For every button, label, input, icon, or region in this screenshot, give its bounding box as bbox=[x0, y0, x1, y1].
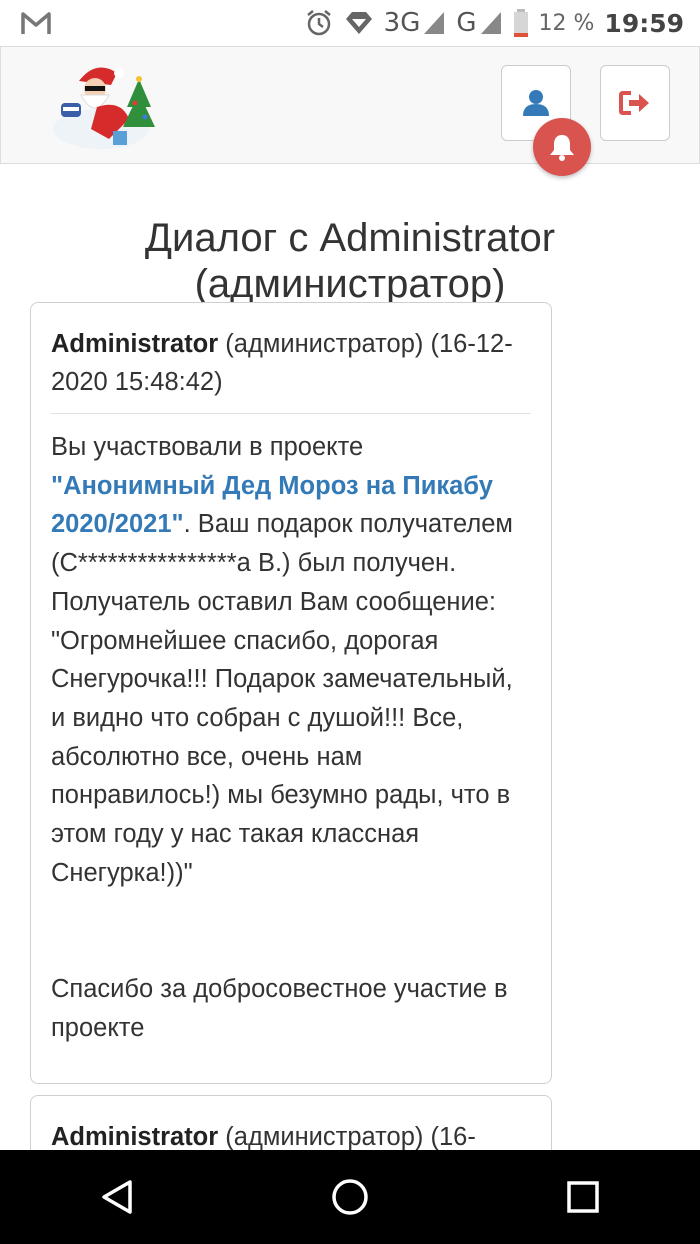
spacer-1 bbox=[51, 892, 531, 931]
message-card: Administrator (администратор) (16-12-202… bbox=[30, 302, 552, 1084]
message-meta-2: (администратор) (16- bbox=[218, 1123, 476, 1151]
recents-icon bbox=[567, 1181, 600, 1213]
page-title: Диалог с Administrator (администратор) bbox=[144, 215, 556, 306]
message-body: Вы участвовали в проекте "Анонимный Дед … bbox=[31, 414, 551, 1047]
system-nav-bar bbox=[0, 1150, 700, 1244]
alarm-icon bbox=[306, 10, 331, 36]
home-button[interactable] bbox=[320, 1167, 380, 1227]
bell-icon bbox=[550, 135, 574, 161]
network-g-label: G bbox=[456, 8, 477, 38]
message-closing: Спасибо за добросовестное участие в прое… bbox=[51, 974, 508, 1042]
message-intro: Вы участвовали в проекте bbox=[51, 433, 364, 461]
santa-logo-icon[interactable] bbox=[51, 59, 161, 151]
message-paragraph-1: Вы участвовали в проекте "Анонимный Дед … bbox=[51, 428, 531, 583]
message-header-2: Administrator (администратор) (16- bbox=[31, 1096, 551, 1156]
logout-button[interactable] bbox=[600, 65, 670, 141]
home-icon bbox=[332, 1179, 368, 1215]
back-icon bbox=[101, 1180, 132, 1214]
battery-icon bbox=[513, 9, 528, 37]
status-bar: 3G G 12 % 19:59 bbox=[0, 0, 700, 46]
recents-button[interactable] bbox=[553, 1167, 613, 1227]
spacer-2 bbox=[51, 931, 531, 970]
sender-name: Administrator bbox=[51, 330, 219, 358]
signal-icon-2 bbox=[480, 12, 501, 34]
logout-icon bbox=[619, 91, 649, 115]
message-paragraph-2: Получатель оставил Вам сообщение: "Огром… bbox=[51, 587, 513, 887]
app-header bbox=[0, 46, 700, 164]
message-header: Administrator (администратор) (16-12-202… bbox=[31, 303, 551, 401]
gmail-icon bbox=[21, 12, 51, 34]
sender-name-2: Administrator bbox=[51, 1123, 219, 1151]
back-button[interactable] bbox=[87, 1167, 147, 1227]
battery-percent: 12 % bbox=[538, 10, 595, 36]
signal-icon bbox=[424, 12, 445, 34]
user-icon bbox=[523, 90, 549, 116]
notifications-button[interactable] bbox=[533, 118, 591, 176]
clock: 19:59 bbox=[604, 8, 684, 38]
wifi-diamond-icon bbox=[345, 12, 372, 34]
network-3g-label: 3G bbox=[383, 8, 421, 38]
